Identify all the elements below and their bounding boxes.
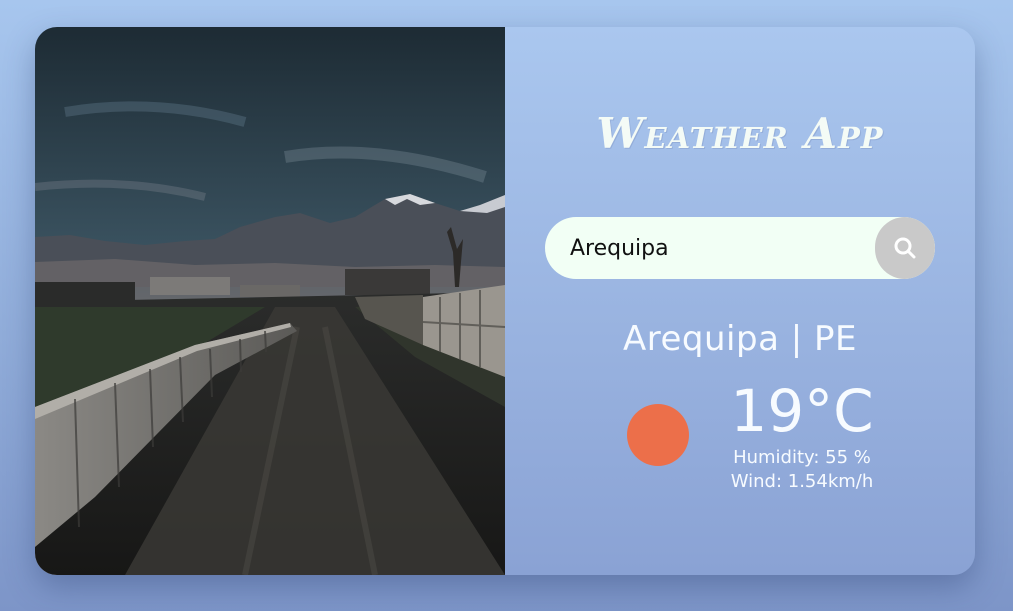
mountain-road-image [35,27,505,575]
temperature-value: 19°C [730,377,874,445]
landscape-photo [35,27,505,575]
sun-icon [627,404,689,466]
weather-card: Weather App Arequipa | PE 19°C Humidity:… [35,27,975,575]
search-icon [894,237,916,259]
humidity-label: Humidity: 55 % [733,447,871,468]
weather-panel: Weather App Arequipa | PE 19°C Humidity:… [505,27,975,575]
wind-label: Wind: 1.54km/h [730,471,874,492]
search-button[interactable] [875,217,935,279]
search-bar [545,217,935,279]
search-input[interactable] [545,217,875,279]
app-title: Weather App [596,109,884,158]
location-label: Arequipa | PE [623,319,857,359]
